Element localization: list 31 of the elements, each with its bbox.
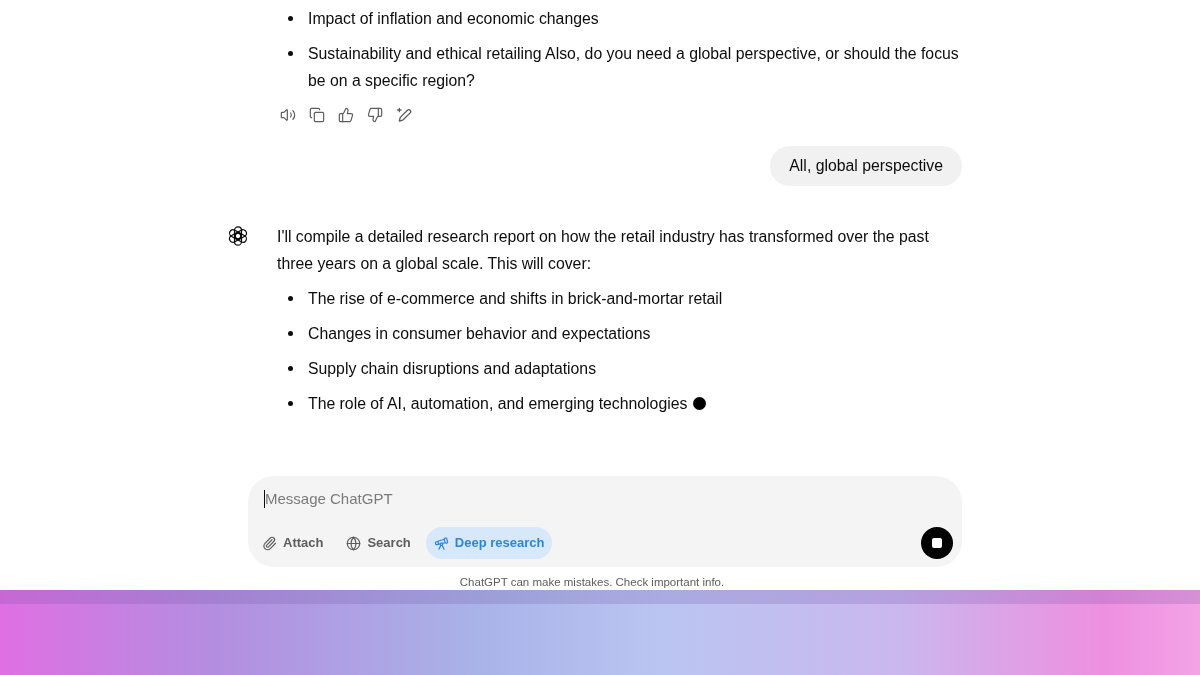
stop-icon <box>932 538 942 548</box>
thumbs-down-icon <box>367 107 383 123</box>
list-item-text: Impact of inflation and economic changes <box>308 10 599 27</box>
flower-logo-icon <box>227 225 249 247</box>
tool-button[interactable]: Deep research <box>425 527 553 559</box>
bullet-icon <box>288 331 293 336</box>
list-item-text: Sustainability and ethical retailing Also, do you need a global perspective, or should the focus be on a specific region? <box>308 45 959 89</box>
bullet-icon <box>288 51 293 56</box>
text-cursor-icon <box>264 490 265 508</box>
bullet-icon <box>288 16 293 21</box>
bullet-icon <box>288 366 293 371</box>
disclaimer-text: ChatGPT can make mistakes. Check important info. <box>459 575 725 590</box>
paperclip-icon <box>262 535 277 551</box>
globe-icon <box>346 535 362 551</box>
speaker-icon <box>280 107 296 123</box>
list-item-text: Supply chain disruptions and adaptations <box>308 360 597 377</box>
thumbs-up-icon <box>338 107 354 123</box>
telescope-icon <box>433 535 449 551</box>
message-input[interactable]: Message ChatGPT <box>265 487 953 511</box>
user-message-bubble: All, global perspective <box>770 146 962 186</box>
list-item-text: Changes in consumer behavior and expectations <box>308 325 651 342</box>
list-item-text: The rise of e-commerce and shifts in brick-and-mortar retail <box>308 290 723 307</box>
bullet-icon <box>288 296 293 301</box>
list-item-text: The role of AI, automation, and emerging technologies <box>308 395 688 412</box>
tool-button[interactable]: Attach <box>254 527 332 559</box>
copy-icon <box>309 107 325 123</box>
tool-button[interactable]: Search <box>338 527 419 559</box>
assistant-message-text: I'll compile a detailed research report on how the retail industry has transformed over the past three years on a global scale. This will cover: <box>277 227 930 274</box>
stop-button[interactable] <box>921 527 953 559</box>
pencil-sparkle-icon <box>396 107 412 123</box>
bullet-icon <box>288 401 293 406</box>
